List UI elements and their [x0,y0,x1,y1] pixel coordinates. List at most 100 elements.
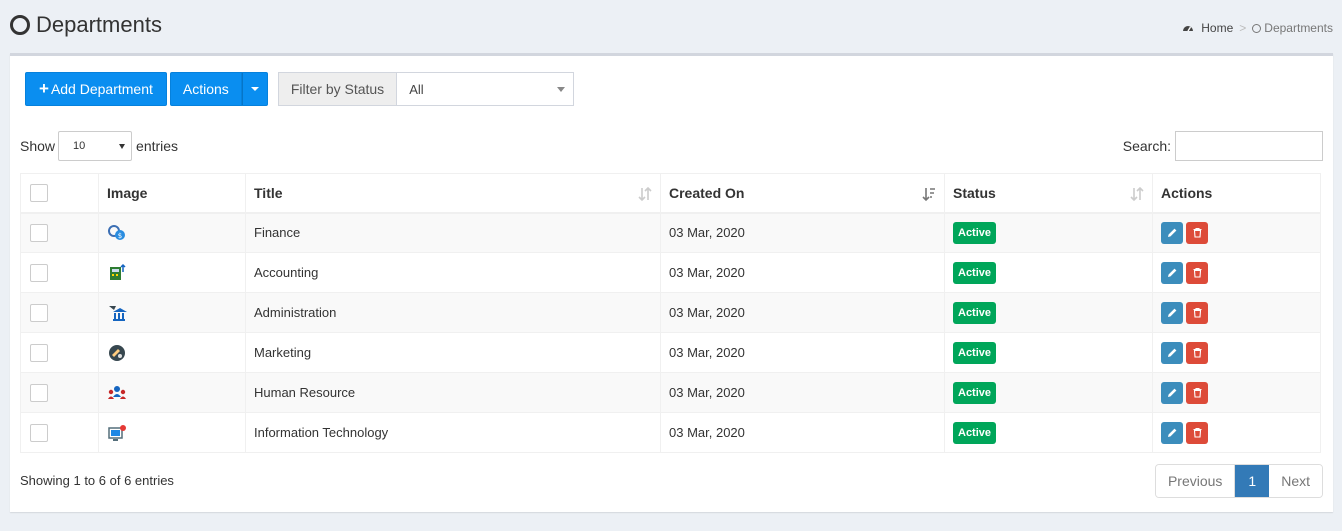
status-badge: Active [953,381,997,404]
status-cell: Active [944,212,1153,253]
column-header-actions: Actions [1152,173,1321,214]
delete-button[interactable] [1186,421,1208,444]
status-badge: Active [953,301,997,324]
trash-icon [1193,387,1201,398]
actions-cell [1152,292,1321,333]
table-row: Accounting 03 Mar, 2020 Active [20,252,1321,293]
status-cell: Active [944,252,1153,293]
status-filter-value: All [409,81,424,97]
table-row: Administration 03 Mar, 2020 Active [20,292,1321,333]
breadcrumb-separator: > [1239,21,1247,35]
table-search: Search: [1123,131,1323,161]
pencil-icon [1167,308,1176,317]
column-header-title[interactable]: Title [245,173,661,214]
column-header-status-label: Status [953,184,996,201]
sort-icon [638,186,652,202]
row-select-cell [20,252,99,293]
edit-button[interactable] [1161,421,1183,444]
created-cell: 03 Mar, 2020 [660,372,945,413]
information-technology-icon [108,424,126,441]
accounting-icon [110,263,126,280]
breadcrumb: Home > Departments [1182,21,1333,35]
column-header-created-on[interactable]: Created On [660,173,945,214]
delete-button[interactable] [1186,301,1208,324]
marketing-icon [109,344,125,361]
select-all-checkbox[interactable] [30,183,48,202]
image-cell [98,372,246,413]
column-header-created-on-label: Created On [669,184,745,201]
next-page-button[interactable]: Next [1269,465,1322,497]
circle-icon [10,15,30,35]
filter-label: Filter by Status [278,73,398,105]
created-cell: 03 Mar, 2020 [660,212,945,253]
status-badge: Active [953,261,997,284]
table-row: Human Resource 03 Mar, 2020 Active [20,372,1321,413]
page-title: Departments [36,12,162,37]
edit-button[interactable] [1161,221,1183,244]
select-all-header [20,173,99,214]
actions-cell [1152,412,1321,453]
breadcrumb-home[interactable]: Home [1201,21,1233,35]
add-department-button[interactable]: + Add Department [25,72,167,106]
row-checkbox[interactable] [30,263,48,282]
pagination: Previous 1 Next [1154,464,1323,498]
entries-select[interactable]: 10 [58,131,133,161]
row-select-cell [20,212,99,253]
image-cell [98,252,246,293]
edit-button[interactable] [1161,301,1183,324]
row-select-cell [20,372,99,413]
table-info: Showing 1 to 6 of 6 entries [20,473,174,488]
status-cell: Active [944,412,1153,453]
row-checkbox[interactable] [30,423,48,442]
row-select-cell [20,412,99,453]
departments-table: Image Title Created On Status Actions $ … [20,173,1321,453]
row-checkbox[interactable] [30,343,48,362]
row-checkbox[interactable] [30,303,48,322]
status-filter-select[interactable]: All [397,73,573,105]
pencil-icon [1167,428,1176,437]
actions-button[interactable]: Actions [169,72,242,106]
edit-button[interactable] [1161,261,1183,284]
plus-icon: + [39,79,49,98]
title-cell: Marketing [245,332,661,373]
previous-page-button[interactable]: Previous [1155,465,1236,497]
entries-select-value: 10 [73,140,86,152]
search-input[interactable] [1175,131,1323,161]
actions-cell [1152,212,1321,253]
svg-text:$: $ [118,232,122,240]
delete-button[interactable] [1186,341,1208,364]
trash-icon [1193,267,1201,278]
edit-button[interactable] [1161,381,1183,404]
delete-button[interactable] [1186,221,1208,244]
search-label: Search: [1122,138,1171,154]
title-cell: Finance [245,212,661,253]
created-cell: 03 Mar, 2020 [660,252,945,293]
status-badge: Active [953,421,997,444]
sort-icon [1130,186,1144,202]
created-cell: 03 Mar, 2020 [660,292,945,333]
edit-button[interactable] [1161,341,1183,364]
actions-dropdown-toggle[interactable] [241,72,268,106]
actions-cell [1152,252,1321,293]
delete-button[interactable] [1186,261,1208,284]
circle-icon [1252,23,1262,33]
status-cell: Active [944,292,1153,333]
row-checkbox[interactable] [30,383,48,402]
row-select-cell [20,332,99,373]
row-checkbox[interactable] [30,223,48,242]
table-row: Marketing 03 Mar, 2020 Active [20,332,1321,373]
trash-icon [1193,427,1201,438]
pencil-icon [1167,228,1176,238]
delete-button[interactable] [1186,381,1208,404]
pencil-icon [1167,388,1176,397]
row-select-cell [20,292,99,333]
breadcrumb-current-label: Departments [1264,21,1333,35]
table-row: Information Technology 03 Mar, 2020 Acti… [20,412,1321,453]
trash-icon [1193,347,1201,358]
column-header-status[interactable]: Status [944,173,1153,214]
toolbar: + Add Department Actions Filter by Statu… [25,72,575,106]
trash-icon [1193,307,1201,318]
page-1-button[interactable]: 1 [1235,465,1270,497]
actions-cell [1152,332,1321,373]
status-cell: Active [944,332,1153,373]
